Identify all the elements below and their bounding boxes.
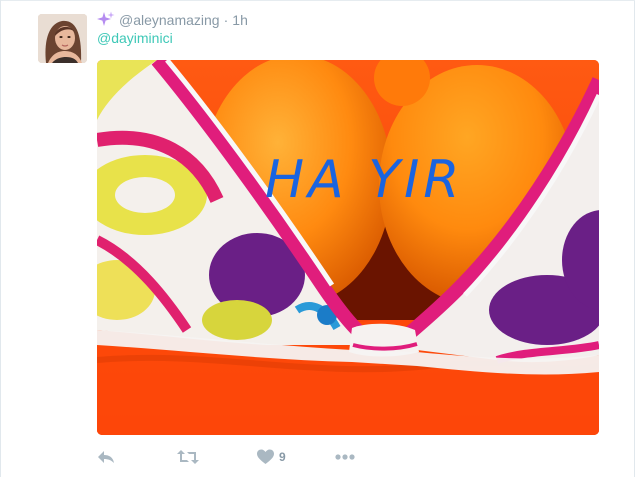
retweet-button[interactable] bbox=[177, 449, 257, 465]
image-caption-text: HA YIR bbox=[265, 150, 463, 210]
more-button[interactable] bbox=[335, 454, 375, 460]
avatar-image bbox=[38, 14, 87, 63]
heart-icon bbox=[257, 449, 274, 465]
avatar[interactable] bbox=[38, 14, 87, 63]
header-separator: · bbox=[223, 12, 229, 28]
reply-icon bbox=[97, 449, 115, 465]
tweet-actions: 9 bbox=[97, 446, 375, 468]
more-icon bbox=[335, 454, 355, 460]
sparkle-icon bbox=[97, 11, 115, 29]
username-link[interactable]: @aleynamazing bbox=[119, 12, 220, 28]
reply-to-mention[interactable]: @dayiminici bbox=[97, 30, 173, 46]
tweet-media-image[interactable]: HA YIR bbox=[97, 60, 599, 435]
timestamp-link[interactable]: 1h bbox=[232, 12, 248, 28]
retweet-icon bbox=[177, 449, 199, 465]
like-count: 9 bbox=[279, 450, 286, 464]
like-button[interactable]: 9 bbox=[257, 449, 335, 465]
tweet-card: @aleynamazing · 1h @dayiminici HA YIR 9 bbox=[0, 0, 635, 477]
divider bbox=[1, 0, 635, 1]
reply-button[interactable] bbox=[97, 449, 177, 465]
tweet-header: @aleynamazing · 1h bbox=[97, 10, 248, 30]
